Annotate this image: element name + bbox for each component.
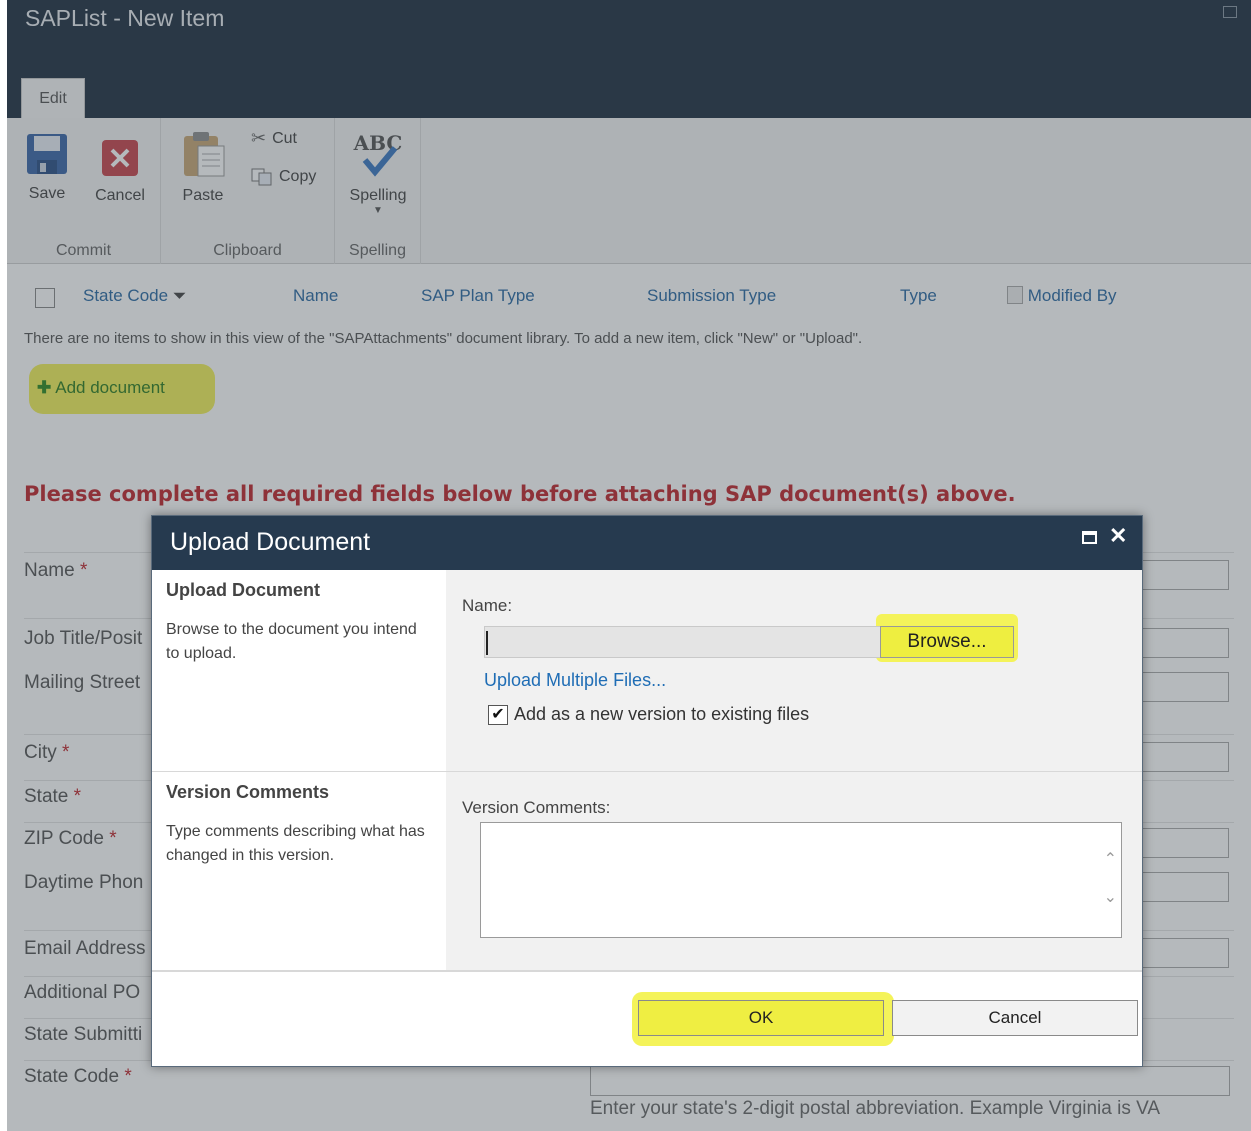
ok-button[interactable]: OK (638, 1000, 884, 1036)
upload-section-controls: Name: Browse... Upload Multiple Files...… (446, 570, 1142, 771)
name-label: Name: (462, 596, 513, 615)
version-comments-description: Type comments describing what has change… (166, 823, 425, 864)
version-comments-label: Version Comments: (462, 798, 611, 817)
upload-document-dialog: Upload Document ✕ Upload Document Browse… (151, 515, 1143, 1067)
version-comments-title: Version Comments (166, 782, 330, 802)
text-caret (486, 631, 488, 655)
textarea-scrollbar[interactable]: ⌃ ⌄ (1099, 823, 1121, 937)
add-as-new-version-option[interactable]: ✔ Add as a new version to existing files (488, 704, 809, 725)
dialog-footer: OK Cancel (152, 974, 1142, 1066)
upload-section-title: Upload Document (166, 580, 321, 600)
scroll-up-icon[interactable]: ⌃ (1104, 849, 1117, 869)
version-comments-info: Version Comments Type comments describin… (152, 772, 446, 970)
file-path-input[interactable] (484, 626, 880, 658)
upload-section-info: Upload Document Browse to the document y… (152, 570, 446, 771)
version-comments-textarea[interactable]: ⌃ ⌄ (480, 822, 1122, 938)
browse-button[interactable]: Browse... (880, 626, 1014, 658)
add-as-new-version-label: Add as a new version to existing files (514, 704, 810, 724)
upload-section: Upload Document Browse to the document y… (152, 570, 1142, 772)
version-comments-section: Version Comments Type comments describin… (152, 772, 1142, 972)
add-as-new-version-checkbox[interactable]: ✔ (488, 704, 508, 725)
scroll-down-icon[interactable]: ⌄ (1104, 887, 1117, 907)
close-icon[interactable]: ✕ (1109, 523, 1127, 549)
upload-multiple-files-link[interactable]: Upload Multiple Files... (484, 670, 666, 691)
version-comments-controls: Version Comments: ⌃ ⌄ (446, 772, 1142, 970)
dialog-title: Upload Document (170, 528, 371, 556)
cancel-button[interactable]: Cancel (892, 1000, 1138, 1036)
dialog-titlebar: Upload Document ✕ (152, 516, 1142, 570)
upload-section-description: Browse to the document you intend to upl… (166, 621, 417, 662)
maximize-icon[interactable] (1082, 531, 1097, 544)
